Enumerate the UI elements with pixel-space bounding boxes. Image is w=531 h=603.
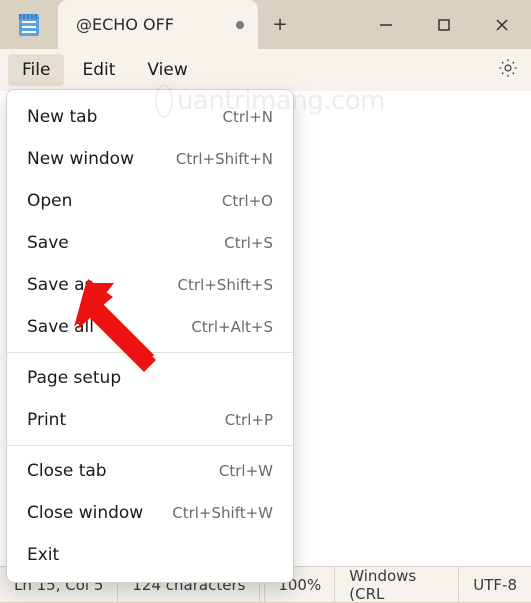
new-tab-button[interactable]: +: [258, 0, 302, 49]
menu-close-tab[interactable]: Close tab Ctrl+W: [7, 450, 293, 492]
app-icon-area: [0, 0, 58, 49]
menu-new-window[interactable]: New window Ctrl+Shift+N: [7, 138, 293, 180]
menu-item-shortcut: Ctrl+W: [219, 462, 273, 480]
menu-print[interactable]: Print Ctrl+P: [7, 399, 293, 441]
menu-item-shortcut: Ctrl+Alt+S: [191, 318, 273, 336]
menu-save-all[interactable]: Save all Ctrl+Alt+S: [7, 306, 293, 348]
menu-item-shortcut: Ctrl+P: [225, 411, 273, 429]
menu-page-setup[interactable]: Page setup: [7, 357, 293, 399]
titlebar: @ECHO OFF +: [0, 0, 531, 49]
close-icon: [495, 18, 509, 32]
menu-open[interactable]: Open Ctrl+O: [7, 180, 293, 222]
menu-view[interactable]: View: [133, 54, 201, 86]
menu-close-window[interactable]: Close window Ctrl+Shift+W: [7, 492, 293, 534]
menu-edit[interactable]: Edit: [68, 54, 129, 86]
menu-item-label: Open: [27, 191, 222, 211]
menu-save[interactable]: Save Ctrl+S: [7, 222, 293, 264]
menu-item-shortcut: Ctrl+O: [222, 192, 273, 210]
menu-item-shortcut: Ctrl+Shift+N: [176, 150, 273, 168]
menu-item-label: Save: [27, 233, 224, 253]
menu-item-label: Close tab: [27, 461, 219, 481]
menu-item-label: Close window: [27, 503, 172, 523]
minimize-button[interactable]: [357, 0, 415, 49]
minimize-icon: [379, 18, 393, 32]
file-dropdown: New tab Ctrl+N New window Ctrl+Shift+N O…: [6, 89, 294, 583]
close-button[interactable]: [473, 0, 531, 49]
menu-item-label: New window: [27, 149, 176, 169]
menu-separator: [7, 352, 293, 353]
menu-item-label: Save as: [27, 275, 178, 295]
menu-item-label: Page setup: [27, 368, 273, 388]
menu-item-shortcut: Ctrl+S: [224, 234, 273, 252]
menu-separator: [7, 445, 293, 446]
menu-exit[interactable]: Exit: [7, 534, 293, 576]
menu-item-label: New tab: [27, 107, 223, 127]
menu-item-label: Print: [27, 410, 225, 430]
menu-item-label: Save all: [27, 317, 191, 337]
plus-icon: +: [272, 14, 287, 35]
tab-dirty-indicator-icon: [236, 21, 244, 29]
tab-title: @ECHO OFF: [76, 15, 226, 34]
tab-active[interactable]: @ECHO OFF: [58, 0, 258, 49]
menu-save-as[interactable]: Save as Ctrl+Shift+S: [7, 264, 293, 306]
window-controls: [357, 0, 531, 49]
settings-button[interactable]: [493, 53, 523, 87]
menu-item-shortcut: Ctrl+N: [223, 108, 273, 126]
status-line-ending[interactable]: Windows (CRL: [335, 567, 459, 602]
menu-new-tab[interactable]: New tab Ctrl+N: [7, 96, 293, 138]
maximize-button[interactable]: [415, 0, 473, 49]
menu-item-shortcut: Ctrl+Shift+W: [172, 504, 273, 522]
gear-icon: [497, 57, 519, 79]
maximize-icon: [437, 18, 451, 32]
menu-item-shortcut: Ctrl+Shift+S: [178, 276, 273, 294]
notepad-icon: [19, 14, 39, 36]
menubar: File Edit View: [0, 49, 531, 91]
menu-file[interactable]: File: [8, 54, 64, 86]
menu-item-label: Exit: [27, 545, 273, 565]
status-encoding[interactable]: UTF-8: [459, 567, 531, 602]
